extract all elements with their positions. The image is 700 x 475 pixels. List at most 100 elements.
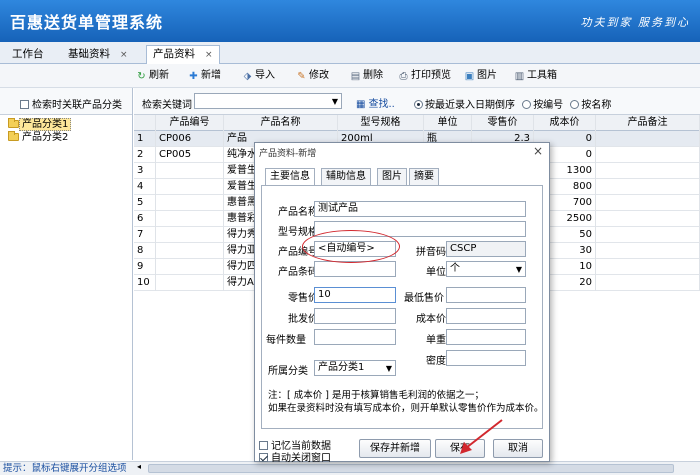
table-cell-note — [596, 147, 700, 163]
min-price-label: 最低售价 — [404, 293, 444, 304]
horizontal-scrollbar[interactable]: ◂ — [134, 461, 700, 475]
app-slogan: 功夫到家 服务到心 — [580, 16, 690, 29]
tab-summary[interactable]: 摘要 — [409, 168, 439, 185]
sort-by-code-radio[interactable]: 按编号 — [522, 100, 563, 111]
close-icon[interactable]: × — [533, 144, 543, 158]
tab-main-info[interactable]: 主要信息 — [265, 168, 315, 186]
status-hint: 提示：鼠标右键展开分组选项 — [0, 461, 134, 475]
per-qty-field[interactable] — [314, 329, 396, 345]
min-price-field[interactable] — [446, 287, 526, 303]
unit-weight-field[interactable] — [446, 329, 526, 345]
table-cell-code — [156, 163, 224, 179]
category-panel: 检索时关联产品分类 产品分类1 产品分类2 — [0, 88, 133, 460]
search-linked-checkbox[interactable]: 检索时关联产品分类 — [20, 96, 122, 111]
density-label: 密度 — [426, 356, 446, 367]
column-header[interactable]: 单位 — [424, 115, 472, 131]
product-name-field[interactable]: 测试产品 — [314, 201, 526, 217]
table-cell-note — [596, 163, 700, 179]
close-icon[interactable]: × — [205, 50, 213, 60]
table-cell-n: 8 — [134, 243, 156, 259]
chevron-left-icon[interactable]: ◂ — [137, 462, 141, 471]
unit-select[interactable]: 个 ▼ — [446, 261, 526, 277]
auto-close-checkbox[interactable]: 自动关闭窗口 — [259, 449, 331, 464]
import-icon: ⬗ — [243, 71, 252, 82]
tree-item[interactable]: 产品分类1 — [0, 118, 132, 131]
unit-label: 单位 — [426, 267, 446, 278]
tree-item[interactable]: 产品分类2 — [0, 131, 132, 144]
tab-product-data[interactable]: 产品资料 × — [146, 45, 220, 65]
table-cell-note — [596, 131, 700, 147]
barcode-field[interactable] — [314, 261, 396, 277]
chevron-down-icon: ▼ — [385, 364, 392, 373]
table-cell-code — [156, 243, 224, 259]
table-cell-code: CP005 — [156, 147, 224, 163]
density-field[interactable] — [446, 350, 526, 366]
pinyin-field[interactable]: CSCP — [446, 241, 526, 257]
dialog-title: 产品资料-新增 — [259, 149, 317, 159]
cost-price-label: 成本价 — [416, 314, 446, 325]
delete-icon: ▤ — [350, 71, 361, 82]
tab-workbench[interactable]: 工作台 — [6, 46, 50, 64]
cost-note-line1: 注：[ 成本价 ] 是用于核算销售毛利润的依据之一； — [268, 390, 484, 401]
category-select[interactable]: 产品分类1 ▼ — [314, 360, 396, 376]
tab-bar: 工作台 基础资料 × 产品资料 × — [0, 42, 700, 65]
wholesale-price-field[interactable] — [314, 308, 396, 324]
column-header[interactable]: 产品名称 — [224, 115, 338, 131]
table-cell-code — [156, 275, 224, 291]
table-cell-note — [596, 243, 700, 259]
column-header[interactable]: 零售价 — [472, 115, 534, 131]
add-icon: ✚ — [189, 71, 198, 82]
tab-basic-data[interactable]: 基础资料 × — [62, 46, 134, 64]
category-label: 所属分类 — [268, 366, 308, 377]
table-cell-n: 4 — [134, 179, 156, 195]
table-cell-n: 3 — [134, 163, 156, 179]
edit-icon: ✎ — [297, 71, 306, 82]
table-cell-note — [596, 179, 700, 195]
sort-by-name-radio[interactable]: 按名称 — [570, 100, 611, 111]
folder-icon — [8, 118, 19, 128]
refresh-button[interactable]: ↻ 刷新 — [136, 69, 169, 83]
table-cell-n: 9 — [134, 259, 156, 275]
table-cell-n: 2 — [134, 147, 156, 163]
delete-button[interactable]: ▤ 删除 — [350, 69, 383, 83]
pointer-arrow — [460, 419, 503, 454]
search-keyword-label: 检索关键词 — [142, 100, 192, 111]
find-button[interactable]: ▦ 查找.. — [356, 95, 395, 110]
printer-icon: ⎙ — [399, 71, 408, 82]
image-button[interactable]: ▣ 图片 — [464, 69, 497, 83]
column-header[interactable]: 成本价 — [534, 115, 596, 131]
column-header[interactable]: 型号规格 — [338, 115, 424, 131]
table-cell-code — [156, 227, 224, 243]
tab-aux-info[interactable]: 辅助信息 — [321, 168, 371, 185]
unit-weight-label: 单重 — [426, 335, 446, 346]
cost-price-field[interactable] — [446, 308, 526, 324]
product-dialog: 产品资料-新增 × 主要信息 辅助信息 图片 摘要 产品名称 测试产品 型号规格… — [254, 142, 550, 464]
tab-image[interactable]: 图片 — [377, 168, 407, 185]
grid-header: 产品编号 产品名称 型号规格 单位 零售价 成本价 产品备注 — [134, 115, 700, 131]
sort-by-date-radio[interactable]: 按最近录入日期倒序 — [414, 100, 515, 111]
retail-price-field[interactable]: 10 — [314, 287, 396, 303]
cost-note-line2: 如果在录资料时没有填写成本价，则开单默认零售价作为成本价。 — [268, 403, 544, 414]
toolbox-button[interactable]: ▥ 工具箱 — [514, 69, 557, 83]
column-header[interactable]: 产品编号 — [156, 115, 224, 131]
column-header[interactable]: 产品备注 — [596, 115, 700, 131]
chevron-down-icon: ▼ — [515, 265, 522, 274]
search-keyword-input[interactable]: ▼ — [194, 93, 342, 109]
folder-icon — [8, 131, 19, 141]
close-icon[interactable]: × — [120, 50, 128, 60]
product-name-label: 产品名称 — [278, 207, 318, 218]
edit-button[interactable]: ✎ 修改 — [296, 69, 329, 83]
barcode-label: 产品条码 — [278, 267, 318, 278]
highlight-circle — [302, 230, 400, 263]
print-preview-button[interactable]: ⎙ 打印预览 — [398, 69, 452, 83]
table-cell-note — [596, 275, 700, 291]
table-cell-note — [596, 211, 700, 227]
import-button[interactable]: ⬗ 导入 — [242, 69, 275, 83]
save-and-new-button[interactable]: 保存并新增 — [359, 439, 431, 458]
add-button[interactable]: ✚ 新增 — [188, 69, 221, 83]
toolbox-icon: ▥ — [514, 71, 525, 82]
table-cell-n: 6 — [134, 211, 156, 227]
per-qty-label: 每件数量 — [266, 335, 306, 346]
category-tree: 产品分类1 产品分类2 — [0, 115, 132, 144]
refresh-icon: ↻ — [137, 71, 146, 82]
